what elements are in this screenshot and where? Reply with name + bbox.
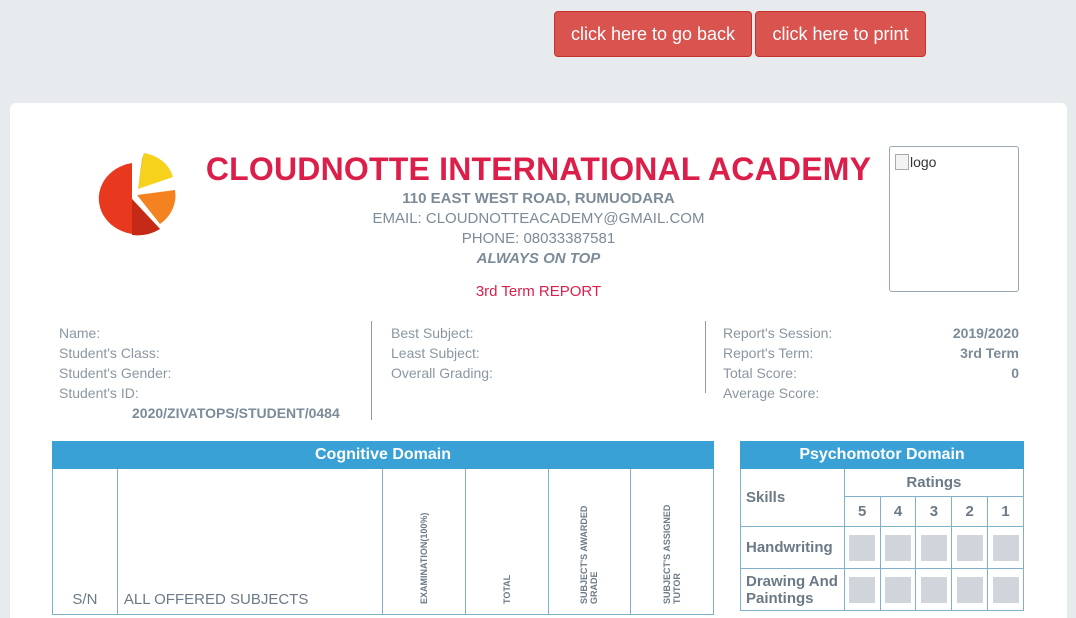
rating-box (849, 534, 876, 561)
skill-name: Drawing And Paintings (740, 568, 845, 611)
go-back-button[interactable]: click here to go back (554, 11, 752, 57)
rating-box (992, 576, 1019, 603)
rating-box (849, 576, 876, 603)
total-score-label: Total Score: (723, 365, 797, 381)
class-label: Student's Class: (59, 345, 160, 361)
best-subject-label: Best Subject: (391, 325, 474, 341)
rating-box (992, 534, 1019, 561)
logo-placeholder: logo (889, 146, 1019, 292)
rating-box (956, 576, 983, 603)
cognitive-domain-title: Cognitive Domain (52, 441, 714, 469)
grading-info: Best Subject: Least Subject: Overall Gra… (391, 323, 701, 383)
logo-alt-text: logo (910, 154, 937, 170)
session-label: Report's Session: (723, 325, 833, 341)
rating-box (920, 534, 947, 561)
rating-col-5: 5 (843, 496, 881, 527)
col-exam-label: EXAMINATION(100%) (419, 512, 430, 604)
rating-box (956, 534, 983, 561)
print-button[interactable]: click here to print (755, 11, 926, 57)
rating-box (920, 576, 947, 603)
table-header-row: S/N ALL OFFERED SUBJECTS EXAMINATION(100… (52, 468, 714, 615)
psychomotor-domain-table: Psychomotor Domain Skills Ratings 5 4 3 … (740, 441, 1025, 611)
skills-header: Skills (740, 468, 845, 527)
ratings-header: Ratings (843, 467, 1025, 498)
rating-col-4: 4 (879, 496, 917, 527)
rating-col-1: 1 (987, 496, 1024, 527)
col-tutor-label: SUBJECT'S ASSIGNED TUTOR (662, 504, 683, 604)
col-subjects: ALL OFFERED SUBJECTS (116, 468, 384, 615)
col-exam: EXAMINATION(100%) (382, 468, 466, 615)
divider (371, 321, 372, 420)
term-value: 3rd Term (960, 345, 1019, 361)
overall-grading-label: Overall Grading: (391, 365, 493, 381)
term-label: Report's Term: (723, 345, 814, 361)
col-grade-label: SUBJECT'S AWARDED GRADE (579, 505, 600, 604)
rating-box (885, 534, 912, 561)
psychomotor-domain-title: Psychomotor Domain (740, 441, 1024, 469)
name-label: Name: (59, 325, 101, 341)
table-row: Handwriting (740, 526, 1024, 569)
session-value: 2019/2020 (952, 325, 1019, 341)
cognitive-domain-table: Cognitive Domain S/N ALL OFFERED SUBJECT… (52, 441, 714, 615)
report-card: CLOUDNOTTE INTERNATIONAL ACADEMY 110 EAS… (10, 103, 1067, 618)
col-grade: SUBJECT'S AWARDED GRADE (547, 468, 632, 615)
col-total: TOTAL (464, 468, 549, 615)
id-label: Student's ID: (59, 385, 139, 401)
rating-col-3: 3 (915, 496, 953, 527)
rating-box (885, 576, 912, 603)
col-total-label: TOTAL (501, 574, 512, 604)
rating-col-2: 2 (951, 496, 989, 527)
skill-name: Handwriting (740, 526, 845, 569)
col-sn: S/N (52, 468, 118, 615)
gender-label: Student's Gender: (59, 365, 172, 381)
col-tutor: SUBJECT'S ASSIGNED TUTOR (630, 468, 714, 615)
divider (705, 321, 706, 393)
total-score-value: 0 (1011, 365, 1019, 381)
report-info: Report's Session: 2019/2020 Report's Ter… (723, 323, 1019, 403)
least-subject-label: Least Subject: (391, 345, 480, 361)
average-score-label: Average Score: (723, 385, 820, 401)
table-row: Drawing And Paintings (740, 568, 1024, 611)
broken-image-icon (895, 154, 909, 170)
student-id-value: 2020/ZIVATOPS/STUDENT/0484 (132, 405, 340, 421)
student-info: Name: Student's Class: Student's Gender:… (59, 323, 369, 423)
